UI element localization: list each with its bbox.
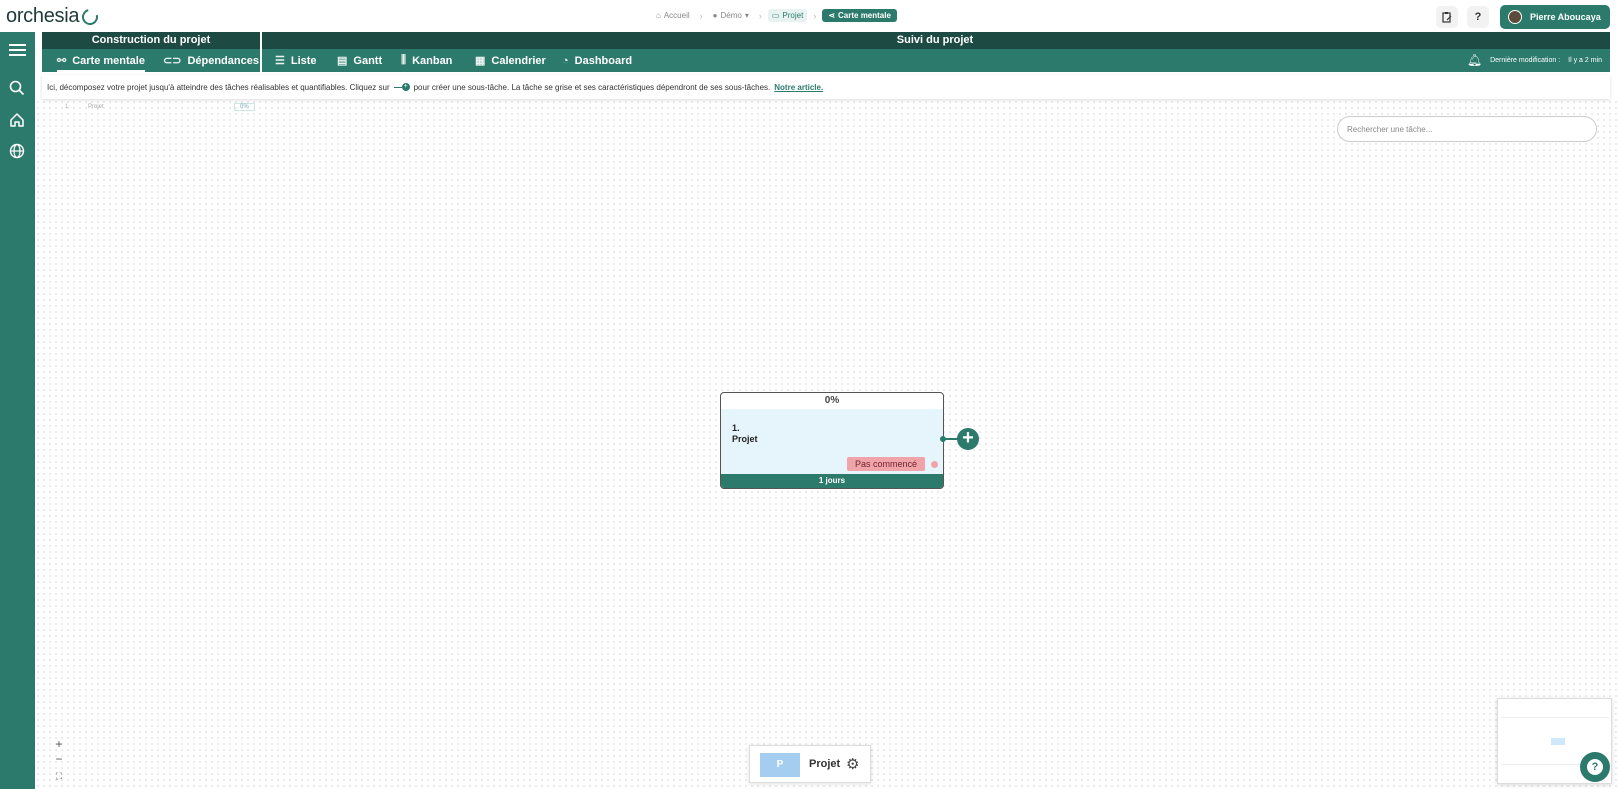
- user-name: Pierre Aboucaya: [1530, 12, 1601, 22]
- minimap-node: [1551, 738, 1565, 745]
- tab-dashboard[interactable]: ◔ Dashboard: [562, 49, 632, 72]
- dashboard-icon: ◔: [562, 54, 569, 67]
- mindmap-icon: ⋖: [828, 11, 836, 20]
- link-icon: ⊂⊃: [163, 55, 182, 67]
- section-follow-title: Suivi du projet: [896, 34, 974, 46]
- info-text-after: pour créer une sous-tâche. La tâche se g…: [413, 82, 771, 92]
- kanban-icon: ⫼: [401, 54, 407, 66]
- breadcrumb-separator: ›: [813, 10, 817, 21]
- tab-gantt[interactable]: ▤ Gantt: [337, 49, 382, 72]
- breadcrumb-mindmap[interactable]: ⋖ Carte mentale: [822, 9, 897, 22]
- menu-icon[interactable]: [8, 41, 26, 59]
- tab-dependances[interactable]: ⊂⊃ Dépendances: [163, 49, 259, 72]
- add-subtask-inline-icon: +: [393, 83, 410, 91]
- outline-row-pct: 0%: [234, 103, 255, 111]
- clipboard-edit-icon: [1442, 12, 1452, 23]
- logo-text: orchesia: [6, 5, 80, 27]
- last-modified: 🔔︎ Dernière modification : Il y a 2 min: [1467, 53, 1602, 67]
- folder-icon: ▭: [771, 11, 780, 20]
- bell-icon[interactable]: 🔔︎: [1467, 53, 1482, 67]
- search-icon[interactable]: [8, 79, 26, 97]
- task-title: Projet: [732, 434, 758, 444]
- plus-icon: +: [962, 427, 974, 449]
- tab-calendrier[interactable]: ▦ Calendrier: [475, 49, 546, 72]
- article-link[interactable]: Notre article.: [774, 83, 823, 92]
- task-number: 1.: [732, 423, 740, 433]
- project-avatar: P: [760, 753, 800, 777]
- project-pill: P Projet ⚙︎: [749, 745, 871, 783]
- app-logo[interactable]: orchesia: [6, 5, 102, 28]
- add-subtask-button[interactable]: +: [957, 428, 979, 450]
- tab-carte-mentale[interactable]: ⚯ Carte mentale: [57, 49, 145, 72]
- section-divider: [260, 32, 262, 72]
- project-name: Projet: [809, 758, 841, 770]
- breadcrumb: ⌂ Accueil › ● Démo ▾ › ▭ Projet › ⋖ Cart…: [652, 9, 897, 22]
- search-task-input[interactable]: [1337, 116, 1597, 142]
- chevron-down-icon: ▾: [744, 11, 749, 20]
- avatar: [1508, 10, 1522, 24]
- globe-icon[interactable]: [8, 142, 26, 160]
- list-icon: ☰: [275, 55, 285, 67]
- clipboard-button[interactable]: [1436, 6, 1458, 28]
- info-text-before: Ici, décomposez votre projet jusqu'à att…: [47, 82, 390, 92]
- breadcrumb-separator: ›: [699, 10, 703, 21]
- home-icon[interactable]: [8, 111, 26, 129]
- breadcrumb-separator: ›: [758, 10, 762, 21]
- card-connector: [944, 438, 958, 440]
- help-top-button[interactable]: ?: [1467, 6, 1489, 28]
- outline-row[interactable]: 1 Projet 0%: [58, 103, 258, 114]
- outline-row-name: Projet: [88, 104, 104, 110]
- last-modified-label: Dernière modification :: [1490, 56, 1561, 64]
- connector-dot: [940, 436, 946, 442]
- logo-swirl-icon: [79, 5, 102, 28]
- breadcrumb-home[interactable]: ⌂ Accueil: [652, 9, 694, 22]
- gantt-icon: ▤: [337, 55, 348, 67]
- last-modified-value: Il y a 2 min: [1568, 56, 1602, 64]
- user-menu-button[interactable]: Pierre Aboucaya: [1500, 5, 1610, 29]
- top-bar: orchesia ⌂ Accueil › ● Démo ▾ › ▭ Projet…: [0, 0, 1620, 32]
- calendar-icon: ▦: [475, 55, 486, 67]
- task-progress: 0%: [824, 395, 840, 406]
- outline-row-num: 1: [65, 104, 69, 110]
- zoom-out-button[interactable]: −: [52, 752, 66, 766]
- status-badge[interactable]: Pas commencé: [847, 457, 926, 471]
- task-duration: 1 jours: [721, 474, 943, 488]
- help-chat-button[interactable]: ?: [1580, 752, 1610, 782]
- mindmap-icon: ⚯: [57, 55, 67, 67]
- gear-icon[interactable]: ⚙︎: [846, 755, 859, 773]
- zoom-in-button[interactable]: +: [52, 737, 66, 751]
- tab-liste[interactable]: ☰ Liste: [275, 49, 317, 72]
- question-icon: ?: [1587, 759, 1603, 775]
- task-body: 1. Projet Pas commencé: [721, 409, 943, 475]
- org-icon: ●: [712, 11, 718, 20]
- tab-kanban[interactable]: ⫼ Kanban: [401, 49, 452, 72]
- sidebar: [0, 32, 35, 789]
- breadcrumb-demo[interactable]: ● Démo ▾: [709, 9, 753, 22]
- nav-section-header: Construction du projet Suivi du projet: [42, 32, 1610, 49]
- nav-tabs: ⚯ Carte mentale ⊂⊃ Dépendances ☰ Liste ▤…: [42, 32, 1610, 72]
- fit-view-button[interactable]: ⛶: [52, 769, 66, 783]
- status-dot: [931, 461, 938, 468]
- task-card[interactable]: 0% 1. Projet Pas commencé 1 jours: [720, 392, 944, 489]
- section-build-title: Construction du projet: [91, 34, 211, 46]
- info-banner: Ici, décomposez votre projet jusqu'à att…: [42, 75, 1610, 99]
- home-icon: ⌂: [656, 11, 661, 20]
- breadcrumb-project[interactable]: ▭ Projet: [767, 9, 808, 22]
